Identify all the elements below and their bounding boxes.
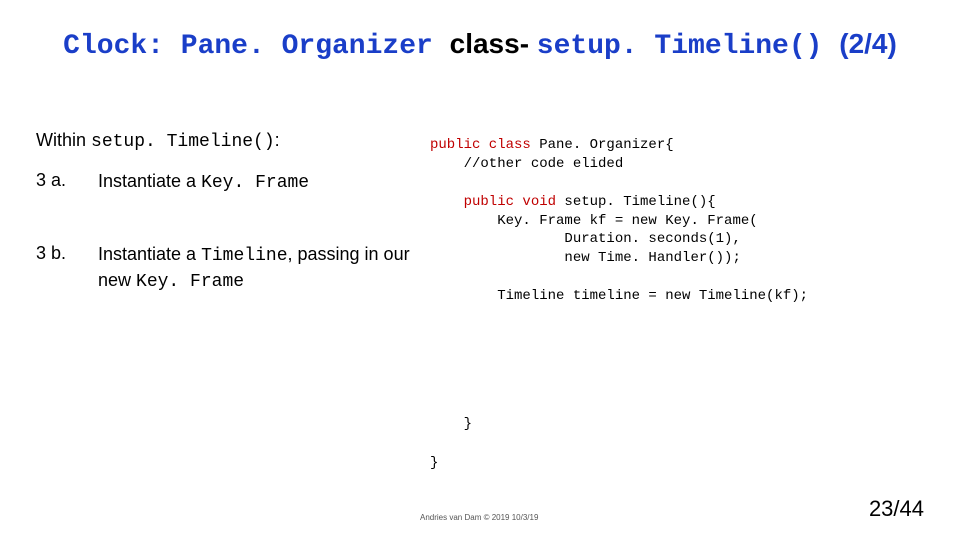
step-3b-number: 3 b. <box>36 243 98 294</box>
title-suffix: (2/4) <box>839 28 897 59</box>
kw-public-void: public void <box>430 194 564 210</box>
page-number: 23/44 <box>869 496 924 522</box>
step-3b-body: Instantiate a Timeline, passing in our n… <box>98 243 416 294</box>
slide: Clock: Pane. Organizer class- setup. Tim… <box>0 0 960 540</box>
code-l1b: Pane. Organizer{ <box>539 137 673 153</box>
kw-public-class: public class <box>430 137 539 153</box>
title-class-word: class- <box>450 28 537 59</box>
code-block: public class Pane. Organizer{ //other co… <box>430 136 950 306</box>
code-close2: } <box>430 455 438 471</box>
copyright-text: Andries van Dam © 2019 10/3/19 <box>420 513 538 522</box>
step-3a-pre: Instantiate a <box>98 171 201 191</box>
slide-title: Clock: Pane. Organizer class- setup. Tim… <box>0 28 960 62</box>
step-3b-pre1: Instantiate a <box>98 244 201 264</box>
intro-line: Within setup. Timeline(): <box>36 130 416 152</box>
title-prefix: Clock: Pane. Organizer <box>63 31 449 62</box>
step-3a-body: Instantiate a Key. Frame <box>98 170 416 195</box>
code-l6: Duration. seconds(1), <box>430 231 741 247</box>
intro-method: setup. Timeline() <box>91 132 275 152</box>
code-close1: } <box>430 416 472 432</box>
code-l9: Timeline timeline = new Timeline(kf); <box>430 288 808 304</box>
code-l5: Key. Frame kf = new Key. Frame( <box>430 213 758 229</box>
intro-within: Within <box>36 130 91 150</box>
left-column: Within setup. Timeline(): 3 a. Instantia… <box>36 130 416 342</box>
step-3b-code1: Timeline <box>201 246 287 266</box>
intro-colon: : <box>275 130 280 150</box>
code-l7: new Time. Handler()); <box>430 250 741 266</box>
step-3a-code: Key. Frame <box>201 173 309 193</box>
step-3b: 3 b. Instantiate a Timeline, passing in … <box>36 243 416 294</box>
title-method: setup. Timeline() <box>537 31 839 62</box>
code-l2: //other code elided <box>430 156 623 172</box>
step-3b-code2: Key. Frame <box>136 272 244 292</box>
step-3a: 3 a. Instantiate a Key. Frame <box>36 170 416 195</box>
code-close-braces: } } <box>430 415 472 474</box>
step-3a-number: 3 a. <box>36 170 98 195</box>
code-l4b: setup. Timeline(){ <box>564 194 715 210</box>
